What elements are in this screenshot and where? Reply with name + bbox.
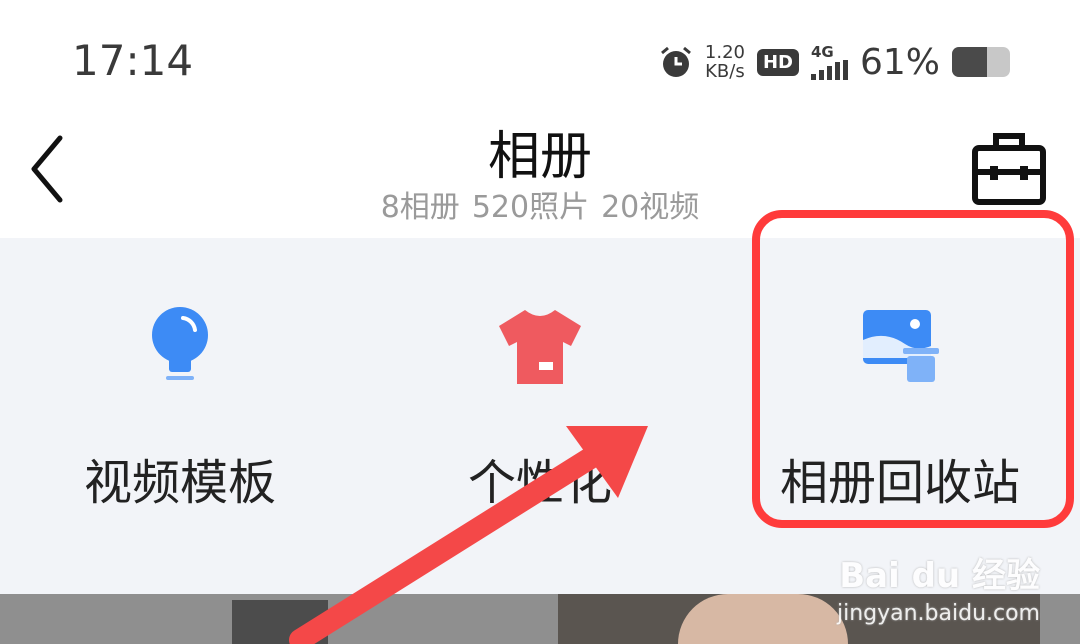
baidu-jingyan-watermark: Bai du 经验 jingyan.baidu.com: [837, 548, 1040, 626]
network-type: 4G: [810, 43, 834, 61]
hd-badge: HD: [756, 48, 799, 76]
video-count: 20视频: [601, 190, 700, 225]
battery-percent: 61%: [859, 41, 940, 83]
personalize-label: 个性化: [467, 455, 612, 511]
status-bar: 17:14 1.20 KB/s HD 4G 61%: [0, 0, 1080, 110]
personalize-tool[interactable]: 个性化: [360, 238, 720, 594]
signal-bars-icon: [810, 60, 848, 80]
album-thumbnail[interactable]: [232, 600, 328, 644]
battery-level-fill: [952, 47, 988, 77]
network-speed: 1.20 KB/s: [705, 43, 745, 81]
video-template-tool[interactable]: 视频模板: [0, 238, 360, 594]
cellular-signal: 4G: [810, 43, 848, 80]
battery-icon: [952, 47, 1010, 77]
toolbox-button[interactable]: [970, 128, 1048, 206]
network-speed-unit: KB/s: [705, 61, 745, 82]
status-time: 17:14: [72, 36, 194, 85]
page-title: 相册: [487, 127, 592, 187]
video-template-label: 视频模板: [83, 455, 276, 511]
photo-thumbnail-image: [678, 594, 848, 644]
photo-count: 520照片: [471, 190, 590, 225]
lightbulb-icon: [152, 307, 208, 380]
highlight-box: [752, 210, 1074, 528]
alarm-clock-icon: [660, 46, 691, 77]
album-count: 8相册: [380, 190, 460, 225]
watermark-brand: Bai du 经验: [839, 556, 1040, 596]
status-indicators: 1.20 KB/s HD 4G 61%: [659, 40, 1010, 84]
tshirt-icon: [499, 310, 581, 384]
watermark-url: jingyan.baidu.com: [836, 601, 1040, 626]
network-speed-value: 1.20: [704, 42, 745, 63]
